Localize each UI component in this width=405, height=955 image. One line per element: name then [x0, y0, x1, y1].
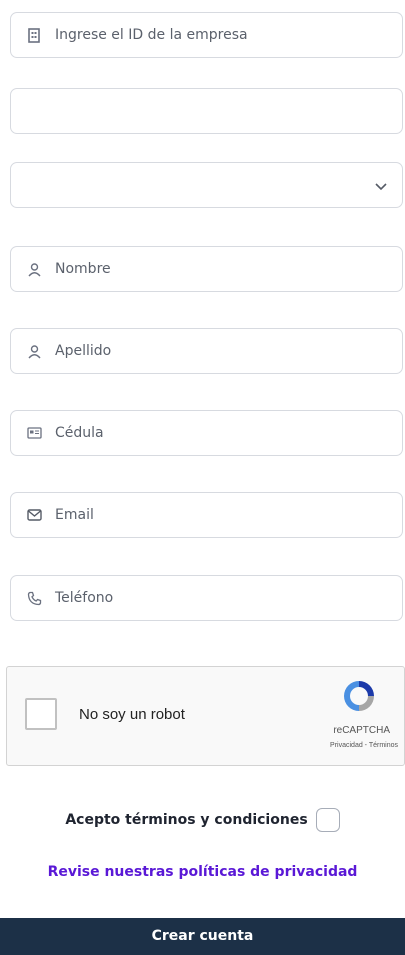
blank-input-field[interactable] [10, 88, 403, 134]
recaptcha-brand: reCAPTCHA [333, 725, 390, 736]
email-field[interactable]: Email [10, 492, 403, 538]
phone-icon [25, 589, 43, 607]
select-dropdown[interactable] [10, 162, 403, 208]
first-name-field[interactable]: Nombre [10, 246, 403, 292]
recaptcha-checkbox[interactable] [25, 698, 57, 730]
terms-checkbox[interactable] [315, 808, 340, 832]
last-name-placeholder: Apellido [55, 343, 112, 359]
phone-placeholder: Teléfono [55, 590, 114, 606]
user-icon [25, 260, 43, 278]
mail-icon [25, 506, 43, 524]
first-name-placeholder: Nombre [55, 261, 111, 277]
building-icon [25, 26, 43, 44]
terms-row: Acepto términos y condiciones [0, 808, 405, 832]
recaptcha-logo-icon [340, 677, 378, 719]
last-name-field[interactable]: Apellido [10, 328, 403, 374]
phone-field[interactable]: Teléfono [10, 575, 403, 621]
company-id-field[interactable]: Ingrese el ID de la empresa [10, 12, 403, 58]
terms-label: Acepto términos y condiciones [65, 812, 308, 828]
recaptcha-links[interactable]: Privacidad - Términos [330, 742, 398, 749]
id-card-icon [25, 424, 43, 442]
id-card-placeholder: Cédula [55, 425, 104, 441]
email-placeholder: Email [55, 507, 94, 523]
privacy-link[interactable]: Revise nuestras políticas de privacidad [0, 864, 405, 880]
create-account-button[interactable]: Crear cuenta [0, 918, 405, 955]
recaptcha-widget: No soy un robot reCAPTCHA Privacidad - T… [6, 666, 405, 766]
id-card-field[interactable]: Cédula [10, 410, 403, 456]
recaptcha-label: No soy un robot [79, 706, 185, 723]
user-icon [25, 342, 43, 360]
company-id-placeholder: Ingrese el ID de la empresa [55, 27, 248, 43]
chevron-down-icon [374, 178, 388, 197]
